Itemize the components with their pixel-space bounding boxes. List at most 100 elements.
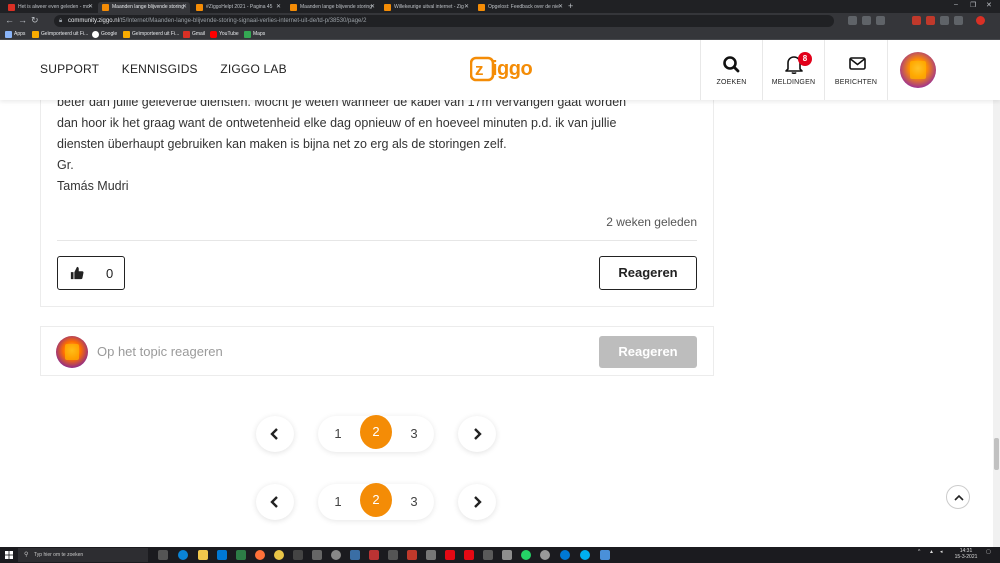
ziggo-icon (290, 4, 297, 11)
notifications-button[interactable]: 8 MELDINGEN (762, 40, 824, 100)
messages-button[interactable]: BERICHTEN (824, 40, 888, 100)
app-icon[interactable] (331, 550, 341, 560)
svg-text:iggo: iggo (492, 58, 532, 80)
browser-tab[interactable]: Willekeurige uitval internet - Zig ✕ (380, 2, 472, 13)
browser-tab[interactable]: Opgelost: Feedback over de nie ✕ (474, 2, 566, 13)
close-tab-icon[interactable]: ✕ (276, 2, 281, 13)
firefox-icon[interactable] (255, 550, 265, 560)
bookmark-folder[interactable]: Geïmporteerd uit Fi... (123, 30, 179, 39)
search-label: ZOEKEN (716, 79, 747, 86)
page-link-current[interactable]: 2 (360, 415, 392, 449)
bookmark-google[interactable]: Google (92, 30, 117, 39)
chevron-left-icon (270, 496, 278, 508)
extension-icon[interactable] (876, 16, 885, 25)
app-icon[interactable] (312, 550, 322, 560)
network-icon[interactable]: ▲ (929, 550, 934, 555)
app-icon[interactable] (388, 550, 398, 560)
close-tab-icon[interactable]: ✕ (182, 2, 187, 13)
app-icon[interactable] (540, 550, 550, 560)
app-icon[interactable] (369, 550, 379, 560)
volume-icon[interactable]: ◂ (940, 550, 943, 555)
reload-icon[interactable]: ↻ (31, 15, 39, 26)
user-avatar[interactable] (900, 52, 936, 88)
reply-button[interactable]: Reageren (599, 256, 697, 290)
extension-icon[interactable] (862, 16, 871, 25)
extension-icon[interactable] (912, 16, 921, 25)
extension-icon[interactable] (926, 16, 935, 25)
app-icon[interactable] (236, 550, 246, 560)
page-numbers: 1 2 3 (318, 415, 434, 452)
nav-support[interactable]: SUPPORT (40, 62, 99, 76)
reply-input[interactable]: Op het topic reageren (97, 344, 223, 359)
like-button[interactable]: 0 (57, 256, 125, 290)
nav-ziggo-lab[interactable]: ZIGGO LAB (220, 62, 286, 76)
page-link-1[interactable]: 1 (320, 484, 356, 520)
back-icon[interactable]: ← (5, 15, 14, 25)
new-tab-icon[interactable]: + (568, 1, 573, 11)
bookmark-folder[interactable]: Geïmporteerd uit Fi... (32, 30, 88, 39)
bookmark-maps[interactable]: Maps (244, 30, 265, 39)
notification-center-icon[interactable]: ▢ (986, 550, 991, 555)
app-icon[interactable] (600, 550, 610, 560)
close-tab-icon[interactable]: ✕ (370, 2, 375, 13)
browser-tab[interactable]: Het is alweer even geleden - mo ✕ (4, 2, 96, 13)
next-page-button[interactable] (458, 484, 496, 520)
search-icon (723, 56, 740, 73)
app-icon[interactable] (483, 550, 493, 560)
page-link-current[interactable]: 2 (360, 483, 392, 517)
app-icon[interactable] (350, 550, 360, 560)
nav-kennisgids[interactable]: KENNISGIDS (122, 62, 198, 76)
bookmark-youtube[interactable]: YouTube (210, 30, 239, 39)
bookmark-gmail[interactable]: Gmail (183, 30, 205, 39)
windows-start-icon[interactable] (5, 551, 13, 559)
notification-badge: 8 (798, 52, 812, 66)
edge-icon[interactable] (178, 550, 188, 560)
close-tab-icon[interactable]: ✕ (558, 2, 563, 13)
profile-icon[interactable] (976, 16, 985, 25)
app-icon[interactable] (407, 550, 417, 560)
browser-tab[interactable]: #ZiggoHelpt 2021 - Pagina 45 ✕ (192, 2, 284, 13)
page-link-3[interactable]: 3 (396, 416, 432, 452)
bookmark-apps[interactable]: Apps (5, 30, 25, 39)
scroll-to-top-button[interactable] (946, 485, 970, 509)
page-scrollbar[interactable] (993, 100, 1000, 547)
url-input[interactable]: 🔒︎ community.ziggo.nl/t5/Internet/Maande… (54, 15, 834, 27)
close-window-icon[interactable]: ✕ (986, 1, 992, 9)
app-icon[interactable] (426, 550, 436, 560)
app-icon[interactable] (560, 550, 570, 560)
page-link-1[interactable]: 1 (320, 416, 356, 452)
skype-icon[interactable] (580, 550, 590, 560)
extension-icon[interactable] (954, 16, 963, 25)
app-icon[interactable] (293, 550, 303, 560)
close-tab-icon[interactable]: ✕ (464, 2, 469, 13)
whatsapp-icon[interactable] (521, 550, 531, 560)
store-icon[interactable] (217, 550, 227, 560)
close-tab-icon[interactable]: ✕ (88, 2, 93, 13)
extension-icon[interactable] (940, 16, 949, 25)
search-button[interactable]: ZOEKEN (700, 40, 762, 100)
ziggo-logo[interactable]: z iggo (470, 54, 544, 86)
chrome-icon[interactable] (274, 550, 284, 560)
extension-icon[interactable] (848, 16, 857, 25)
netflix-icon[interactable] (464, 550, 474, 560)
netflix-icon[interactable] (445, 550, 455, 560)
file-explorer-icon[interactable] (198, 550, 208, 560)
scrollbar-thumb[interactable] (994, 438, 999, 470)
browser-tab-active[interactable]: Maanden lange blijvende storing ✕ (98, 2, 190, 13)
submit-reply-button[interactable]: Reageren (599, 336, 697, 368)
taskbar-search[interactable]: ⚲ Typ hier om te zoeken (18, 548, 148, 562)
page-link-3[interactable]: 3 (396, 484, 432, 520)
topic-reply-box: Op het topic reageren Reageren (40, 326, 714, 376)
search-icon: ⚲ (24, 552, 29, 558)
maximize-icon[interactable]: ❐ (970, 1, 976, 9)
prev-page-button[interactable] (256, 484, 294, 520)
clock[interactable]: 14:31 15-3-2021 (952, 549, 980, 560)
prev-page-button[interactable] (256, 416, 294, 452)
forward-icon[interactable]: → (18, 15, 27, 25)
app-icon[interactable] (502, 550, 512, 560)
minimize-icon[interactable]: – (954, 1, 958, 8)
next-page-button[interactable] (458, 416, 496, 452)
task-view-icon[interactable] (158, 550, 168, 560)
tray-chevron-icon[interactable]: ^ (918, 550, 920, 555)
browser-tab[interactable]: Maanden lange blijvende storing ✕ (286, 2, 378, 13)
